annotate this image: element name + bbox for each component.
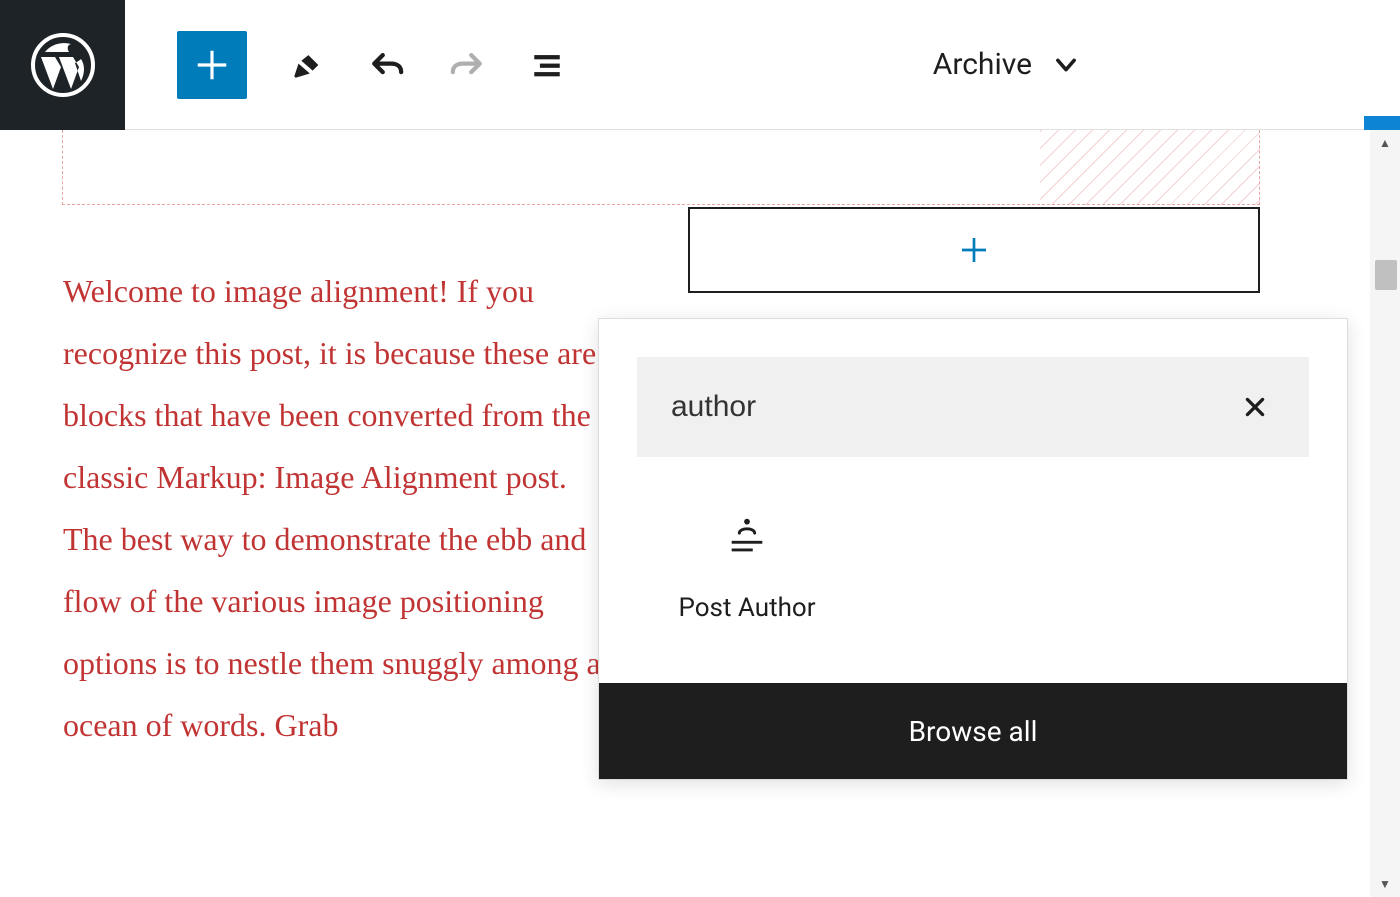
wordpress-logo[interactable] <box>0 0 125 130</box>
redo-icon <box>450 48 484 82</box>
block-result-label: Post Author <box>637 593 857 623</box>
scroll-thumb[interactable] <box>1375 260 1397 290</box>
chevron-down-icon <box>1052 51 1080 79</box>
block-appender-button[interactable] <box>688 207 1260 293</box>
editor-canvas: Welcome to image alignment! If you recog… <box>0 130 1400 897</box>
pencil-icon <box>290 48 324 82</box>
undo-button[interactable] <box>369 47 405 83</box>
editor-toolbar: Archive <box>0 0 1400 130</box>
scroll-down-arrow[interactable]: ▼ <box>1370 871 1400 897</box>
list-view-button[interactable] <box>529 47 565 83</box>
inserter-search-row <box>637 357 1309 457</box>
template-placeholder-outline <box>62 130 1260 205</box>
toolbar-tools <box>289 47 565 83</box>
redo-button[interactable] <box>449 47 485 83</box>
document-title: Archive <box>933 47 1032 82</box>
inserter-search-input[interactable] <box>671 390 1235 424</box>
vertical-scrollbar[interactable]: ▲ ▼ <box>1370 130 1400 897</box>
scroll-up-arrow[interactable]: ▲ <box>1370 130 1400 156</box>
document-title-dropdown[interactable]: Archive <box>933 47 1080 82</box>
undo-icon <box>370 48 404 82</box>
post-content-paragraph[interactable]: Welcome to image alignment! If you recog… <box>63 260 623 756</box>
edit-tool-button[interactable] <box>289 47 325 83</box>
plus-icon <box>193 46 231 84</box>
block-result-post-author[interactable]: Post Author <box>637 487 857 643</box>
list-view-icon <box>530 48 564 82</box>
clear-search-button[interactable] <box>1235 387 1275 427</box>
wordpress-logo-icon <box>31 33 95 97</box>
browse-all-button[interactable]: Browse all <box>599 683 1347 779</box>
post-author-icon <box>637 507 857 567</box>
close-icon <box>1242 394 1268 420</box>
settings-sidebar-tab-indicator <box>1364 116 1400 130</box>
block-inserter-popover: Post Author Browse all <box>598 318 1348 780</box>
plus-icon <box>958 234 990 266</box>
add-block-button[interactable] <box>177 31 247 99</box>
